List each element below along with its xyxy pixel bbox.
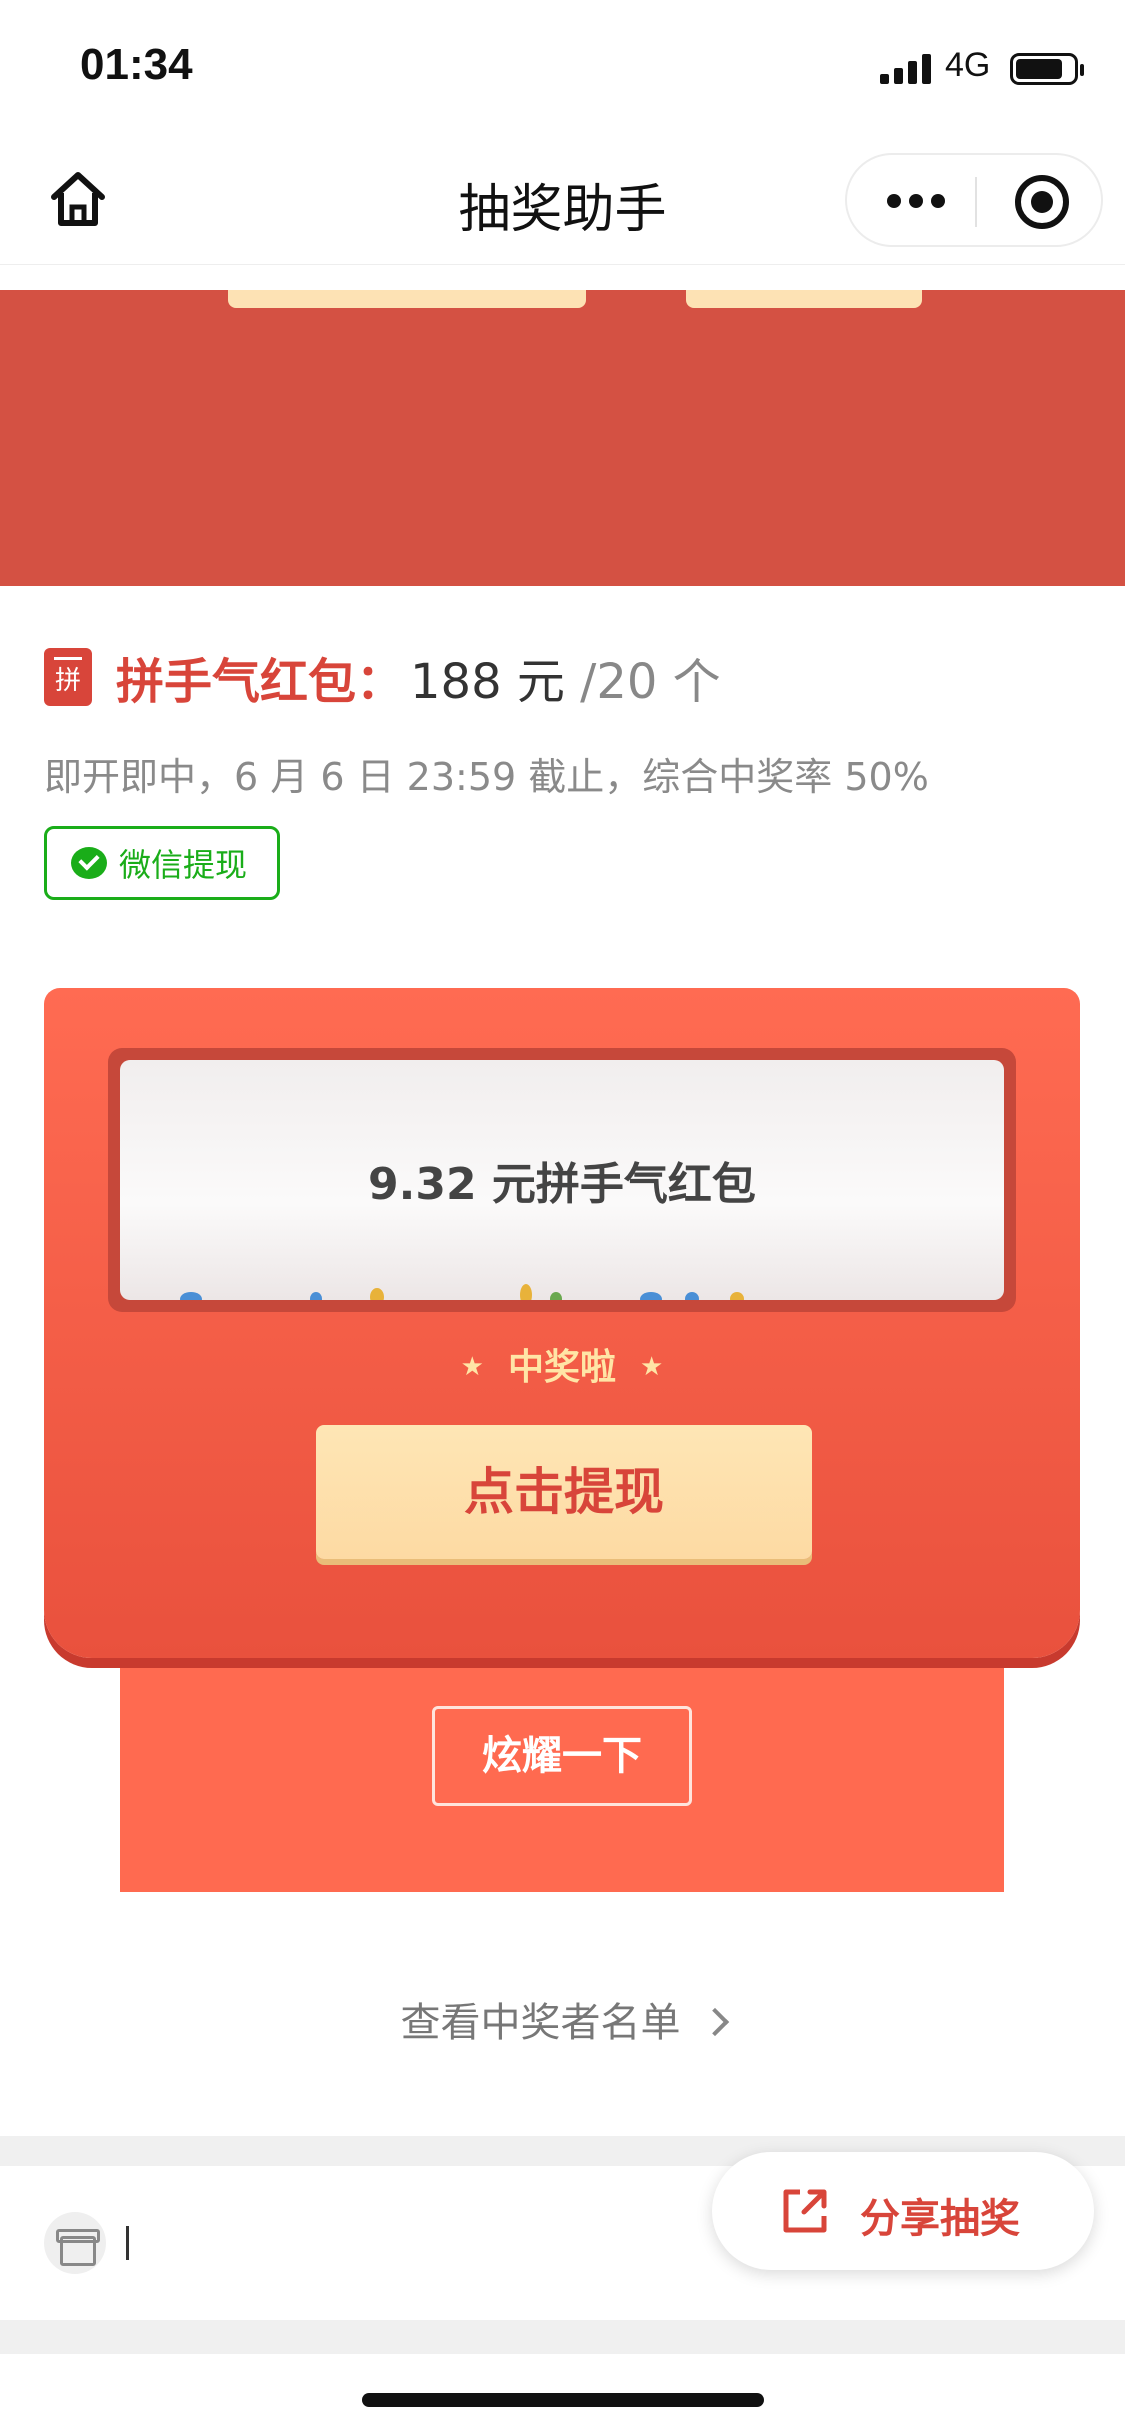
confetti [370,1288,384,1300]
prize-paper-text: 9.32 元拼手气红包 [368,1159,756,1210]
tab-stub [686,290,922,308]
wechat-withdraw-badge: 微信提现 [44,826,280,900]
gift-icon [44,2212,106,2274]
show-off-button[interactable]: 炫耀一下 [432,1706,692,1806]
more-dots-icon[interactable] [887,193,953,212]
confetti [640,1292,662,1300]
wechat-badge-label: 微信提现 [119,846,248,884]
confetti [550,1292,562,1300]
prize-paper: 9.32 元拼手气红包 [120,1060,1004,1300]
share-label: 分享抽奖 [860,2196,1020,2242]
red-envelope-card: 9.32 元拼手气红包 ★ 中奖啦 ★ 点击提现 [44,988,1080,1658]
status-time: 01:34 [80,40,193,89]
win-banner: ★ 中奖啦 ★ [44,1338,1080,1390]
prize-kind: 拼手气红包： [116,654,405,710]
winners-link-label: 查看中奖者名单 [400,2000,681,2046]
share-icon [783,2189,827,2233]
share-button[interactable]: 分享抽奖 [712,2152,1094,2270]
prize-count: /20 个 [580,654,721,710]
capsule-divider [975,177,977,227]
envelope-slot: 9.32 元拼手气红包 [108,1048,1016,1312]
battery-icon [1010,53,1084,85]
prize-title: 拼手气红包： 188 元 /20 个 [116,642,721,712]
status-bar: 01:34 4G [0,0,1125,135]
win-text: 中奖啦 [507,1347,616,1388]
prize-subtitle: 即开即中，6 月 6 日 23:59 截止，综合中奖率 50% [44,755,929,799]
envelope-pocket: 炫耀一下 [120,1622,1004,1892]
section-divider [0,2320,1125,2354]
chevron-right-icon [700,2007,729,2037]
nav-bar: 抽奖助手 [0,135,1125,265]
star-icon: ★ [460,1352,484,1382]
target-icon[interactable] [1015,175,1069,229]
prize-amount: 188 元 [410,654,565,710]
wechat-icon [71,847,107,879]
red-packet-icon: 拼 [44,648,92,706]
text-cursor [126,2226,129,2260]
signal-icon [880,54,934,84]
network-label: 4G [945,46,991,84]
confetti [520,1284,532,1300]
top-banner [0,290,1125,586]
home-indicator [362,2393,764,2407]
confetti [730,1292,744,1300]
winners-list-link[interactable]: 查看中奖者名单 [0,1990,1125,2048]
star-icon: ★ [640,1352,664,1382]
mini-program-capsule [845,153,1103,247]
confetti [685,1292,699,1300]
confetti [310,1292,322,1300]
tab-stub [228,290,586,308]
withdraw-button[interactable]: 点击提现 [316,1425,812,1559]
confetti [180,1292,202,1300]
